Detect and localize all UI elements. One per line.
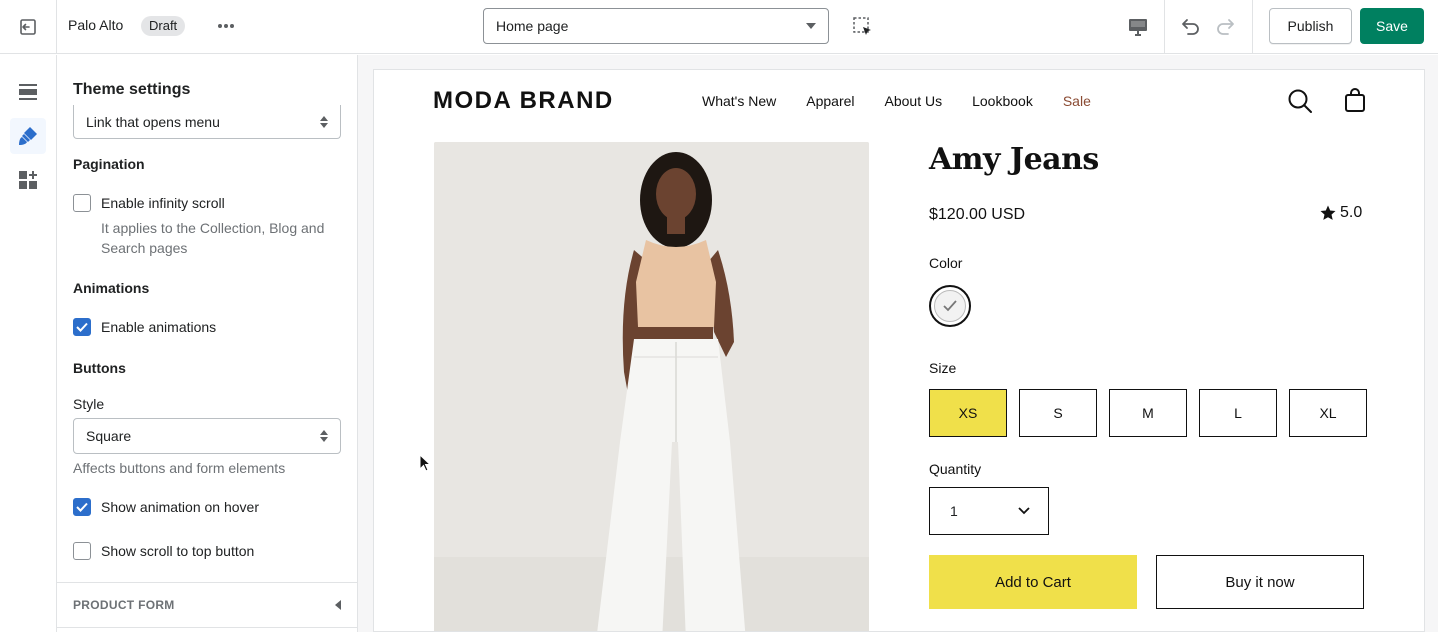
divider: [1164, 0, 1165, 54]
page-select-value: Home page: [496, 18, 569, 34]
nav-item-whats-new[interactable]: What's New: [702, 93, 776, 109]
app-blocks-icon: [19, 171, 37, 189]
size-option-xl[interactable]: XL: [1289, 389, 1367, 437]
infinity-scroll-help-text: It applies to the Collection, Blog and S…: [101, 220, 325, 256]
product-title: Amy Jeans: [929, 142, 1099, 177]
rail-item-theme-settings[interactable]: [10, 118, 46, 154]
select-arrows-icon: [320, 430, 328, 442]
button-style-help-text: Affects buttons and form elements: [73, 460, 286, 476]
theme-settings-brush-icon: [19, 127, 37, 145]
color-label: Color: [929, 255, 963, 271]
nav-item-sale[interactable]: Sale: [1063, 93, 1091, 109]
select-arrows-icon: [320, 115, 328, 128]
checkbox-label: Show animation on hover: [101, 499, 259, 515]
redo-button[interactable]: [1212, 12, 1240, 40]
undo-button[interactable]: [1176, 12, 1204, 40]
more-actions-button[interactable]: [212, 14, 240, 38]
quantity-value: 1: [950, 503, 958, 519]
mouse-pointer-icon: [419, 454, 431, 472]
checkbox-box[interactable]: [73, 542, 91, 560]
sections-icon: [19, 84, 37, 100]
rail-item-app-blocks[interactable]: [10, 162, 46, 198]
storefront-preview: MODA BRAND What's New Apparel About Us L…: [373, 69, 1425, 632]
button-style-select[interactable]: Square: [73, 418, 341, 454]
publish-button[interactable]: Publish: [1269, 8, 1352, 44]
page-template-select[interactable]: Home page: [483, 8, 829, 44]
product-price: $120.00 USD: [929, 206, 1026, 223]
product-rating: 5.0: [1320, 204, 1362, 222]
buttons-heading: Buttons: [73, 360, 126, 376]
nav-item-lookbook[interactable]: Lookbook: [972, 93, 1033, 109]
status-badge: Draft: [141, 16, 186, 36]
infinity-scroll-checkbox[interactable]: Enable infinity scroll: [73, 194, 225, 212]
exit-editor-button[interactable]: [0, 0, 57, 54]
desktop-icon: [1129, 19, 1147, 36]
caret-down-icon: [806, 23, 816, 29]
chevron-down-icon: [1018, 507, 1030, 515]
theme-settings-panel: Theme settings Link that opens menu Pagi…: [57, 55, 358, 632]
model-photo-illustration: [434, 142, 869, 631]
add-to-cart-button[interactable]: Add to Cart: [929, 555, 1137, 609]
quantity-label: Quantity: [929, 461, 982, 477]
nav-item-apparel[interactable]: Apparel: [806, 93, 854, 109]
product-image[interactable]: [434, 142, 869, 631]
desktop-view-button[interactable]: [1124, 13, 1152, 41]
main-navigation: What's New Apparel About Us Lookbook Sal…: [702, 93, 1091, 109]
size-label: Size: [929, 360, 957, 376]
size-option-s[interactable]: S: [1019, 389, 1097, 437]
checkbox-label: Show scroll to top button: [101, 543, 255, 559]
animations-heading: Animations: [73, 280, 150, 296]
select-cursor-icon: [853, 17, 871, 35]
scroll-to-top-checkbox[interactable]: Show scroll to top button: [73, 542, 254, 560]
size-options: XS S M L XL: [929, 389, 1367, 437]
size-option-m[interactable]: M: [1109, 389, 1187, 437]
rail-item-sections[interactable]: [10, 74, 46, 110]
size-option-l[interactable]: L: [1199, 389, 1277, 437]
star-icon: [1320, 205, 1336, 220]
theme-name: Palo Alto: [68, 17, 124, 33]
checkmark-icon: [76, 502, 88, 512]
checkbox-box[interactable]: [73, 318, 91, 336]
checkbox-box[interactable]: [73, 194, 91, 212]
checkmark-icon: [76, 322, 88, 332]
buy-now-button[interactable]: Buy it now: [1156, 555, 1364, 609]
panel-title: Theme settings: [73, 81, 191, 98]
checkbox-label: Enable animations: [101, 319, 217, 335]
size-option-xs[interactable]: XS: [929, 389, 1007, 437]
pagination-heading: Pagination: [73, 156, 145, 172]
search-icon[interactable]: [1287, 88, 1313, 114]
style-label: Style: [73, 396, 105, 412]
brand-logo[interactable]: MODA BRAND: [433, 87, 614, 115]
inspector-button[interactable]: [850, 14, 876, 40]
hover-animation-checkbox[interactable]: Show animation on hover: [73, 498, 259, 516]
caret-left-icon: [335, 600, 341, 610]
style-select-value: Square: [86, 428, 132, 444]
undo-icon: [1182, 19, 1199, 35]
divider: [1252, 0, 1253, 54]
exit-icon: [20, 19, 36, 35]
save-button[interactable]: Save: [1360, 8, 1424, 44]
checkmark-icon: [943, 300, 957, 312]
quantity-select[interactable]: 1: [929, 487, 1049, 535]
menu-behavior-select[interactable]: Link that opens menu: [73, 105, 341, 139]
checkbox-label: Enable infinity scroll: [101, 195, 225, 211]
section-toggle-label: PRODUCT FORM: [73, 598, 175, 612]
editor-icon-rail: [0, 55, 57, 632]
more-horizontal-icon: [218, 24, 234, 28]
shopping-bag-icon[interactable]: [1343, 87, 1367, 113]
redo-icon: [1217, 19, 1234, 35]
checkbox-box[interactable]: [73, 498, 91, 516]
enable-animations-checkbox[interactable]: Enable animations: [73, 318, 216, 336]
product-form-section-toggle[interactable]: PRODUCT FORM: [57, 582, 357, 628]
top-bar: Palo Alto Draft Home page Publish Save: [0, 0, 1438, 54]
color-swatch-white[interactable]: [929, 285, 971, 327]
nav-item-about-us[interactable]: About Us: [885, 93, 943, 109]
menu-select-value: Link that opens menu: [86, 113, 220, 130]
rating-value: 5.0: [1340, 204, 1363, 221]
swatch-fill: [934, 290, 966, 322]
